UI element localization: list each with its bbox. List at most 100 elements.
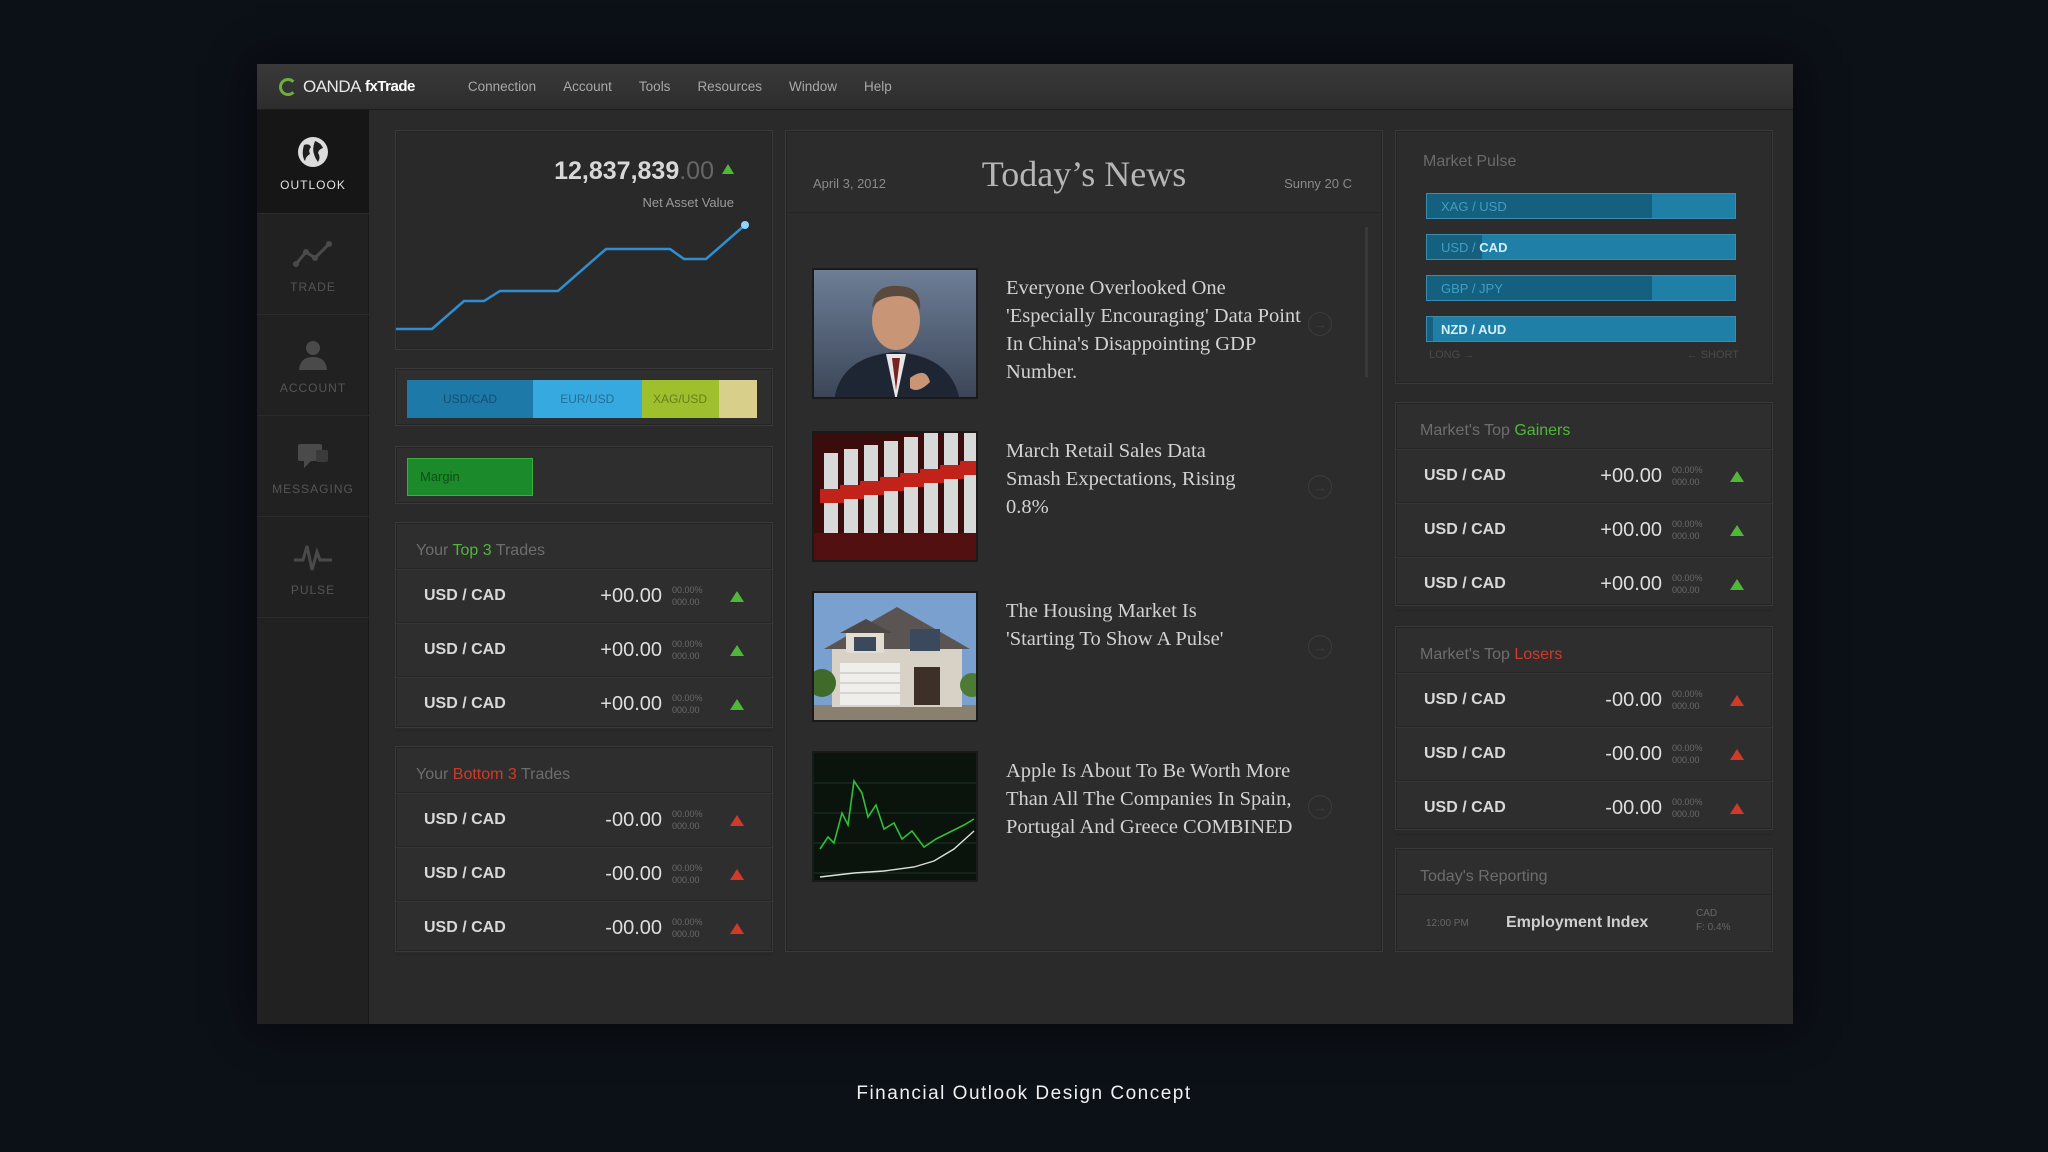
sidebar-item-account[interactable]: ACCOUNT [257, 315, 369, 416]
news-headline: March Retail Sales Data Smash Expectatio… [1006, 440, 1236, 518]
news-headline: The Housing Market Is 'Starting To Show … [1006, 600, 1224, 650]
sidebar-item-outlook[interactable]: OUTLOOK [257, 110, 369, 214]
trade-row[interactable]: USD / CAD +00.00 00.00% 000.00 [1396, 503, 1772, 557]
menu-resources[interactable]: Resources [697, 79, 762, 94]
sidebar-label-pulse: PULSE [290, 583, 336, 597]
trade-row[interactable]: USD / CAD -00.00 00.00% 000.00 [396, 847, 772, 901]
trade-value: -00.00 [605, 916, 662, 939]
trade-change: 00.00% 000.00 [672, 808, 716, 832]
arrow-right-icon[interactable]: → [1308, 795, 1332, 819]
pulse-pair-label: NZD / AUD [1441, 322, 1507, 337]
menu-window[interactable]: Window [789, 79, 837, 94]
menu-account[interactable]: Account [563, 79, 612, 94]
trade-value: +00.00 [1600, 464, 1662, 487]
trade-points: 000.00 [672, 821, 700, 831]
trade-pair: USD / CAD [1424, 521, 1506, 538]
trade-percent: 00.00% [672, 585, 703, 595]
trade-percent: 00.00% [1672, 797, 1703, 807]
trade-row[interactable]: USD / CAD -00.00 00.00% 000.00 [1396, 727, 1772, 781]
allocation-segment[interactable]: EUR/USD [533, 380, 642, 418]
sidebar-item-trade[interactable]: TRADE [257, 214, 369, 315]
trade-points: 000.00 [1672, 701, 1700, 711]
allocation-segment[interactable]: XAG/USD [641, 380, 719, 418]
trade-percent: 00.00% [672, 917, 703, 927]
bottom-trades-header: Your Bottom 3 Trades [396, 747, 772, 793]
triangle-up-green-icon [730, 698, 744, 710]
arrow-left-icon: ← [1686, 349, 1698, 361]
sidebar-item-messaging[interactable]: MESSAGING [257, 416, 369, 517]
top-trades-panel: Your Top 3 Trades USD / CAD +00.00 00.00% 0… [395, 522, 773, 731]
short-label: ← SHORT [1686, 349, 1739, 361]
trade-row[interactable]: USD / CAD -00.00 00.00% 000.00 [1396, 781, 1772, 835]
triangle-up-red-icon [730, 814, 744, 826]
oanda-logo: OANDA fxTrade [279, 77, 415, 97]
sidebar-label-trade: TRADE [290, 280, 336, 294]
triangle-up-green-icon [730, 644, 744, 656]
menu-connection[interactable]: Connection [468, 79, 536, 94]
trade-change: 00.00% 000.00 [1672, 464, 1716, 488]
todays-reporting-panel: Today's Reporting 12:00 PM Employment In… [1395, 848, 1773, 952]
trade-change: 00.00% 000.00 [672, 638, 716, 662]
trade-points: 000.00 [1672, 809, 1700, 819]
trade-row[interactable]: USD / CAD -00.00 00.00% 000.00 [396, 901, 772, 955]
trade-row[interactable]: USD / CAD +00.00 00.00% 000.00 [1396, 449, 1772, 503]
menu-help[interactable]: Help [864, 79, 892, 94]
allocation-panel: USD/CAD EUR/USD XAG/USD [395, 368, 773, 426]
allocation-segment[interactable] [718, 380, 757, 418]
pulse-pair-label: USD / CAD [1441, 240, 1508, 255]
triangle-up-red-icon [730, 868, 744, 880]
pulse-long-fill [1427, 317, 1434, 341]
arrow-right-icon[interactable]: → [1308, 475, 1332, 499]
news-item[interactable]: The Housing Market Is 'Starting To Show … [812, 591, 1332, 723]
pulse-icon [293, 537, 333, 577]
trade-row[interactable]: USD / CAD -00.00 00.00% 000.00 [396, 793, 772, 847]
reporting-currency: CAD [1696, 908, 1718, 919]
arrow-right-icon[interactable]: → [1308, 312, 1332, 336]
trade-value: +00.00 [600, 584, 662, 607]
pulse-bar[interactable]: GBP / JPY [1426, 275, 1736, 301]
reporting-event: Employment Index [1506, 914, 1649, 931]
news-thumbnail-carts [812, 431, 978, 562]
trade-percent: 00.00% [672, 693, 703, 703]
triangle-up-red-icon [1730, 694, 1744, 706]
losers-list: USD / CAD -00.00 00.00% 000.00 USD / CAD -00.… [1396, 673, 1772, 835]
margin-bar: Margin [407, 458, 757, 496]
trade-row[interactable]: USD / CAD +00.00 00.00% 000.00 [1396, 557, 1772, 611]
sidebar-item-pulse[interactable]: PULSE [257, 517, 369, 618]
trade-row[interactable]: USD / CAD +00.00 00.00% 000.00 [396, 569, 772, 623]
trade-percent: 00.00% [672, 809, 703, 819]
trade-value: +00.00 [600, 638, 662, 661]
trade-row[interactable]: USD / CAD +00.00 00.00% 000.00 [396, 623, 772, 677]
gainers-list: USD / CAD +00.00 00.00% 000.00 USD / CAD +00.… [1396, 449, 1772, 611]
bottom-trades-panel: Your Bottom 3 Trades USD / CAD -00.00 00.0… [395, 746, 773, 955]
trade-change: 00.00% 000.00 [672, 692, 716, 716]
trade-row[interactable]: USD / CAD +00.00 00.00% 000.00 [396, 677, 772, 731]
menu-tools[interactable]: Tools [639, 79, 671, 94]
trade-points: 000.00 [1672, 585, 1700, 595]
trade-change: 00.00% 000.00 [672, 584, 716, 608]
reporting-time: 12:00 PM [1426, 918, 1469, 929]
news-scrollbar[interactable] [1365, 227, 1368, 377]
trade-value: -00.00 [1605, 688, 1662, 711]
pulse-bar[interactable]: USD / CAD [1426, 234, 1736, 260]
caption: Financial Outlook Design Concept [856, 1083, 1192, 1104]
news-item[interactable]: March Retail Sales Data Smash Expectatio… [812, 431, 1332, 563]
news-item[interactable]: Apple Is About To Be Worth More Than All… [812, 751, 1332, 883]
arrow-right-icon[interactable]: → [1308, 635, 1332, 659]
top-trades-list: USD / CAD +00.00 00.00% 000.00 USD / CAD +00.… [396, 569, 772, 731]
reporting-row[interactable]: 12:00 PM Employment Index CAD F: 0.4% [1396, 896, 1772, 952]
pulse-bar[interactable]: XAG / USD [1426, 193, 1736, 219]
pulse-pair-label: GBP / JPY [1441, 281, 1503, 296]
trade-percent: 00.00% [672, 863, 703, 873]
trade-percent: 00.00% [1672, 519, 1703, 529]
pulse-bar[interactable]: NZD / AUD [1426, 316, 1736, 342]
allocation-segment[interactable]: USD/CAD [407, 380, 533, 418]
trade-change: 00.00% 000.00 [1672, 796, 1716, 820]
oanda-logo-icon [279, 77, 297, 96]
trade-points: 000.00 [672, 705, 700, 715]
allocation-bar: USD/CAD EUR/USD XAG/USD [407, 380, 757, 418]
trade-points: 000.00 [1672, 531, 1700, 541]
trade-row[interactable]: USD / CAD -00.00 00.00% 000.00 [1396, 673, 1772, 727]
news-item[interactable]: Everyone Overlooked One 'Especially Enco… [812, 268, 1332, 400]
trade-change: 00.00% 000.00 [1672, 688, 1716, 712]
